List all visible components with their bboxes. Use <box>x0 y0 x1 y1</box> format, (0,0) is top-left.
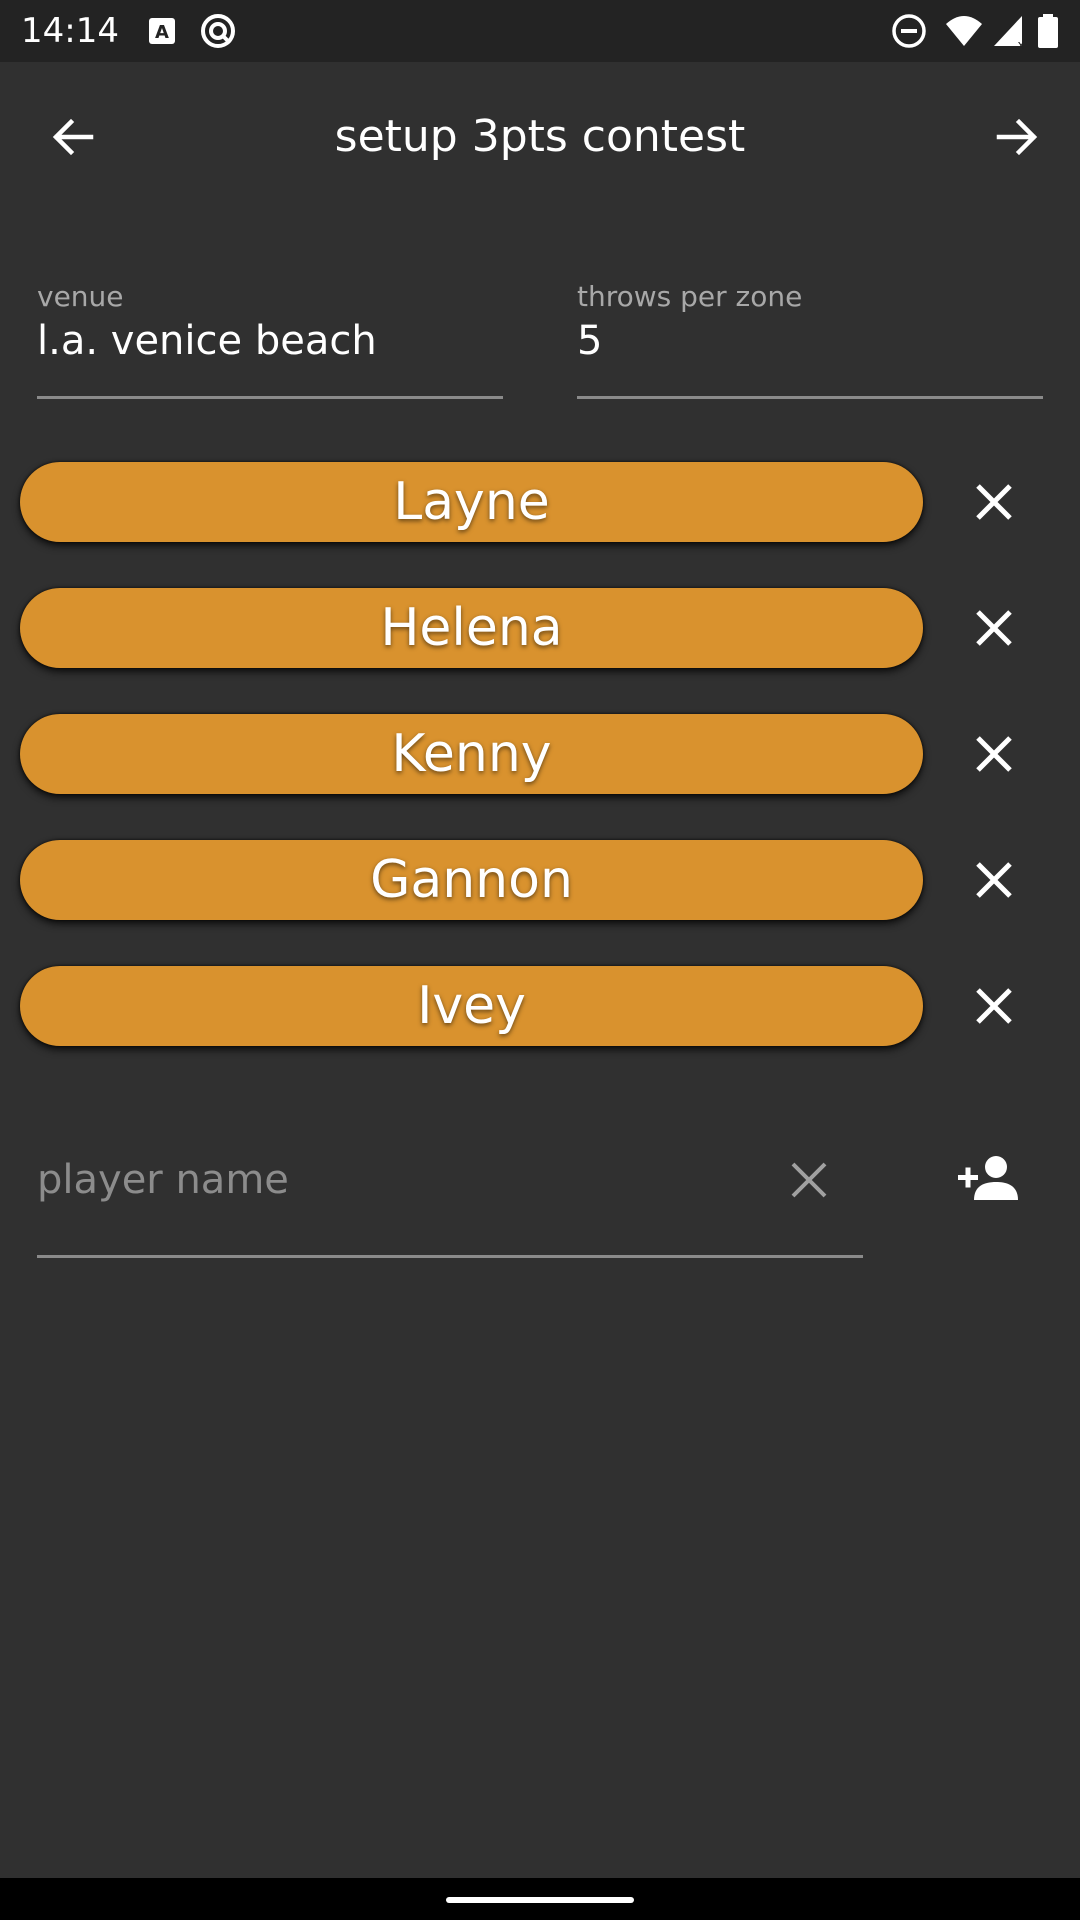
throws-per-zone-value[interactable]: 5 <box>577 316 602 366</box>
close-icon <box>976 610 1012 646</box>
player-name-field <box>37 1130 863 1258</box>
player-pill[interactable]: Helena <box>20 588 923 668</box>
player-name-input[interactable] <box>37 1150 737 1210</box>
arrow-right-icon <box>996 118 1038 156</box>
remove-player-button[interactable] <box>962 596 1026 660</box>
close-icon <box>976 988 1012 1024</box>
close-icon <box>791 1162 827 1198</box>
do-not-disturb-icon <box>890 12 928 50</box>
add-player-button[interactable] <box>950 1145 1030 1211</box>
venue-label: venue <box>37 280 124 313</box>
battery-icon <box>1036 12 1060 50</box>
wifi-icon <box>944 12 982 50</box>
player-row: Ivey <box>0 966 1080 1046</box>
person-add-icon <box>958 1156 1018 1200</box>
page-title: setup 3pts contest <box>334 111 746 162</box>
throws-per-zone-field[interactable]: throws per zone 5 <box>577 280 1043 399</box>
remove-player-button[interactable] <box>962 848 1026 912</box>
close-icon <box>976 736 1012 772</box>
player-pill[interactable]: Layne <box>20 462 923 542</box>
close-icon <box>976 862 1012 898</box>
remove-player-button[interactable] <box>962 722 1026 786</box>
venue-field[interactable]: venue l.a. venice beach <box>37 280 503 399</box>
next-button[interactable] <box>982 102 1052 172</box>
svg-text:x: x <box>1017 38 1024 50</box>
sync-circle-icon <box>199 12 237 50</box>
player-name: Layne <box>393 472 550 532</box>
player-pill[interactable]: Gannon <box>20 840 923 920</box>
close-icon <box>976 484 1012 520</box>
system-nav-bar <box>0 1878 1080 1920</box>
cell-signal-icon: x <box>990 12 1028 52</box>
accessibility-a-icon: A <box>143 12 181 50</box>
player-name: Helena <box>380 598 563 658</box>
player-row: Kenny <box>0 714 1080 794</box>
home-gesture-handle[interactable] <box>446 1897 634 1903</box>
app-bar: setup 3pts contest <box>0 62 1080 212</box>
svg-text:A: A <box>155 22 169 43</box>
player-name: Ivey <box>417 976 526 1036</box>
player-row: Gannon <box>0 840 1080 920</box>
status-time: 14:14 <box>21 11 119 51</box>
remove-player-button[interactable] <box>962 470 1026 534</box>
venue-value[interactable]: l.a. venice beach <box>37 316 377 366</box>
remove-player-button[interactable] <box>962 974 1026 1038</box>
player-name: Gannon <box>370 850 573 910</box>
player-row: Layne <box>0 462 1080 542</box>
player-pill[interactable]: Ivey <box>20 966 923 1046</box>
throws-per-zone-label: throws per zone <box>577 280 803 313</box>
clear-input-button[interactable] <box>777 1148 841 1212</box>
player-pill[interactable]: Kenny <box>20 714 923 794</box>
player-name: Kenny <box>391 724 552 784</box>
status-bar: 14:14 A x <box>0 0 1080 62</box>
player-row: Helena <box>0 588 1080 668</box>
